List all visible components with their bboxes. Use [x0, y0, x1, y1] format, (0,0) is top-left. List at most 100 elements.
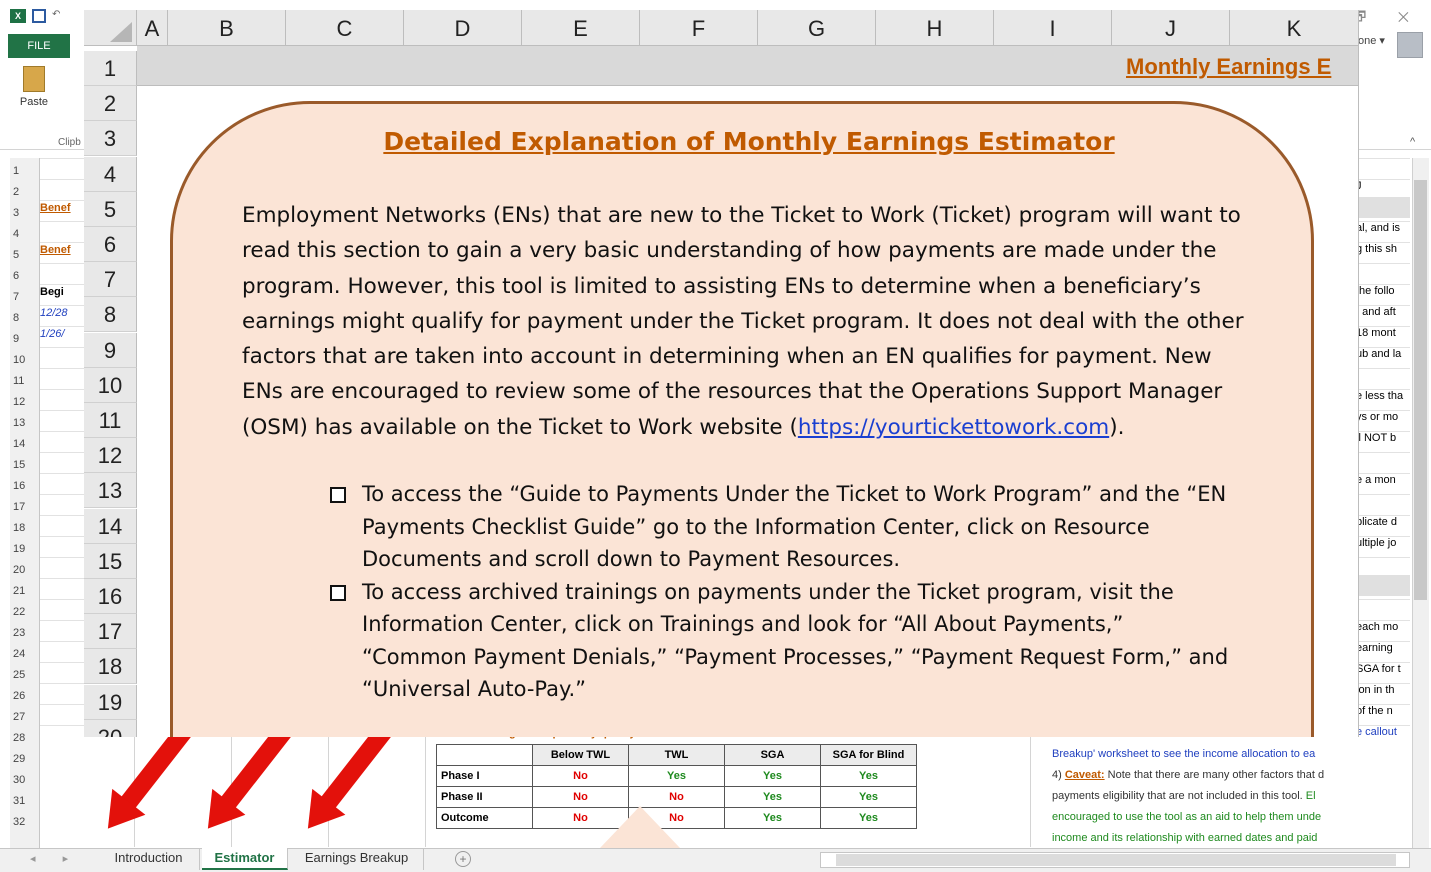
cell[interactable] [1356, 365, 1410, 386]
column-header-h[interactable]: H [876, 10, 994, 46]
cell[interactable]: ub and la [1356, 344, 1410, 365]
paste-button[interactable]: Paste [14, 66, 54, 108]
undo-icon[interactable]: ↶ [52, 9, 60, 20]
row-header[interactable]: 25 [10, 662, 39, 683]
row-header[interactable]: 5 [10, 242, 39, 263]
row-header-10[interactable]: 10 [84, 367, 137, 403]
cell[interactable]: e less tha [1356, 386, 1410, 407]
file-tab[interactable]: FILE [8, 34, 70, 58]
row-header-15[interactable]: 15 [84, 543, 137, 579]
row-header-4[interactable]: 4 [84, 156, 137, 192]
row-header[interactable]: 29 [10, 746, 39, 767]
row-header-17[interactable]: 17 [84, 614, 137, 650]
row-header[interactable]: 4 [10, 221, 39, 242]
row-header-2[interactable]: 2 [84, 86, 137, 122]
avatar[interactable] [1397, 32, 1423, 58]
cell[interactable] [1356, 596, 1410, 617]
row-header-19[interactable]: 19 [84, 684, 137, 720]
add-sheet-button[interactable]: + [455, 851, 471, 867]
column-header-i[interactable]: I [994, 10, 1112, 46]
row-header[interactable]: 15 [10, 452, 39, 473]
cell[interactable]: Benef [40, 240, 86, 261]
column-header-e[interactable]: E [522, 10, 640, 46]
row-header-6[interactable]: 6 [84, 227, 137, 262]
row-header[interactable]: 22 [10, 599, 39, 620]
cell[interactable] [40, 261, 86, 282]
sheet-nav-arrows-icon[interactable]: ◂ ▸ [30, 852, 80, 865]
row-header[interactable]: 28 [10, 725, 39, 746]
column-header-j[interactable]: J [1112, 10, 1230, 46]
cell[interactable] [40, 219, 86, 240]
cell[interactable]: g this sh [1356, 239, 1410, 260]
row-header[interactable]: 24 [10, 641, 39, 662]
collapse-ribbon-icon[interactable]: ^ [1410, 136, 1415, 148]
column-header-a[interactable]: A [137, 10, 168, 46]
row-header-18[interactable]: 18 [84, 649, 137, 685]
row-header[interactable]: 26 [10, 683, 39, 704]
column-header-k[interactable]: K [1230, 10, 1358, 46]
sheet-tab-earnings-breakup[interactable]: Earnings Breakup [290, 848, 424, 870]
column-header-c[interactable]: C [286, 10, 404, 46]
row-header[interactable]: 13 [10, 410, 39, 431]
cell[interactable]: SGA for t [1356, 659, 1410, 680]
cell[interactable]: ultiple jo [1356, 533, 1410, 554]
cell[interactable]: 12/28 [40, 303, 86, 324]
cell[interactable] [1356, 449, 1410, 470]
row-header[interactable]: 30 [10, 767, 39, 788]
row-header-14[interactable]: 14 [84, 508, 137, 544]
select-all-corner[interactable] [84, 10, 137, 46]
cell[interactable]: ys or mo [1356, 407, 1410, 428]
row-header[interactable]: 31 [10, 788, 39, 809]
row-header[interactable]: 14 [10, 431, 39, 452]
row-header[interactable]: 7 [10, 284, 39, 305]
row-header[interactable]: 18 [10, 515, 39, 536]
cell[interactable]: Begi [40, 282, 86, 303]
cell[interactable]: of the n [1356, 701, 1410, 722]
row-header[interactable]: 9 [10, 326, 39, 347]
cell[interactable]: earning [1356, 638, 1410, 659]
row-header[interactable]: 27 [10, 704, 39, 725]
horizontal-scroll-thumb[interactable] [836, 854, 1396, 866]
row-header-20[interactable]: 20 [84, 719, 137, 737]
row-header[interactable]: 21 [10, 578, 39, 599]
cell[interactable]: plicate d [1356, 512, 1410, 533]
row-header-1[interactable]: 1 [84, 51, 137, 86]
cell[interactable]: ll NOT b [1356, 428, 1410, 449]
row-header-11[interactable]: 11 [84, 403, 137, 438]
column-header-b[interactable]: B [168, 10, 286, 46]
cell[interactable]: Benef [40, 198, 86, 219]
row-header[interactable]: 8 [10, 305, 39, 326]
row-header-16[interactable]: 16 [84, 579, 137, 614]
cell[interactable]: each mo [1356, 617, 1410, 638]
cell[interactable]: ion in th [1356, 680, 1410, 701]
cell[interactable] [1356, 554, 1410, 575]
row-header[interactable]: 23 [10, 620, 39, 641]
ticket-to-work-link[interactable]: https://yourtickettowork.com [798, 415, 1109, 440]
row-header-12[interactable]: 12 [84, 438, 137, 474]
cell[interactable] [1356, 260, 1410, 281]
sheet-tab-introduction[interactable]: Introduction [98, 848, 200, 870]
column-header-f[interactable]: F [640, 10, 758, 46]
row-header[interactable]: 2 [10, 179, 39, 200]
cell[interactable]: ; and aft [1356, 302, 1410, 323]
column-header-d[interactable]: D [404, 10, 522, 46]
row-header[interactable]: 10 [10, 347, 39, 368]
cell[interactable]: J [1356, 176, 1410, 197]
row-header[interactable]: 16 [10, 473, 39, 494]
row-header[interactable]: 3 [10, 200, 39, 221]
cell[interactable]: e a mon [1356, 470, 1410, 491]
row-header-5[interactable]: 5 [84, 191, 137, 227]
cell[interactable]: the follo [1356, 281, 1410, 302]
cell[interactable] [1356, 197, 1410, 218]
user-menu[interactable]: one ▾ [1358, 34, 1385, 47]
save-icon[interactable] [32, 9, 46, 23]
column-header-g[interactable]: G [758, 10, 876, 46]
row-header[interactable]: 1 [10, 158, 39, 179]
row-header[interactable]: 32 [10, 809, 39, 830]
vertical-scroll-thumb[interactable] [1414, 180, 1427, 600]
cell[interactable]: 18 mont [1356, 323, 1410, 344]
row-header[interactable]: 6 [10, 263, 39, 284]
row-header[interactable]: 19 [10, 536, 39, 557]
cell[interactable]: 1/26/ [40, 324, 86, 345]
row-header-13[interactable]: 13 [84, 473, 137, 509]
